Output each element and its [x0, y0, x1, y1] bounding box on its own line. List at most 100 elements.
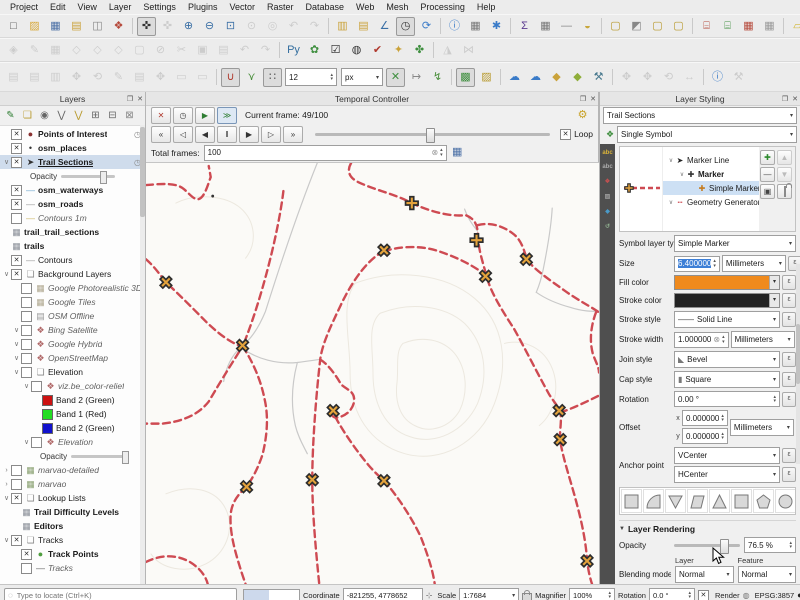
- float-panel-icon[interactable]: ❐: [780, 95, 790, 103]
- locate-input[interactable]: [15, 590, 233, 600]
- multi-edit-button[interactable]: ⌸: [718, 17, 737, 36]
- extents-icon[interactable]: ⊹: [426, 591, 433, 600]
- float-panel-icon[interactable]: ❐: [125, 95, 135, 103]
- close-panel-icon[interactable]: ✕: [135, 95, 145, 103]
- remove-symbol-layer-button[interactable]: —: [760, 167, 775, 182]
- layer-row[interactable]: —Contours 1m: [0, 211, 145, 225]
- zoom-full-button[interactable]: ⊡: [221, 17, 240, 36]
- layout-manager-button[interactable]: ◫: [88, 17, 107, 36]
- layer-row[interactable]: ✕•osm_places: [0, 141, 145, 155]
- opacity-slider-handle[interactable]: [720, 539, 729, 554]
- deselect-button[interactable]: ▢: [648, 17, 667, 36]
- add-symbol-layer-button[interactable]: ✚: [760, 150, 775, 165]
- layer-checkbox[interactable]: [21, 311, 32, 322]
- layer-row[interactable]: —Tracks: [0, 561, 145, 575]
- offset-x-spinbox[interactable]: 0.000000▴▾: [682, 410, 728, 426]
- processing-button[interactable]: ✦: [389, 41, 408, 60]
- expander-icon[interactable]: ∨: [667, 157, 675, 164]
- expander-icon[interactable]: ∨: [12, 340, 21, 348]
- layer-checkbox[interactable]: ✕: [11, 255, 22, 266]
- layer-row[interactable]: ›▦marvao: [0, 477, 145, 491]
- layer-row[interactable]: ▦Editors: [0, 519, 145, 533]
- total-frames-spinbox[interactable]: 100⊗▴▾: [204, 145, 447, 161]
- layer-checkbox[interactable]: [21, 297, 32, 308]
- symbol-tree-row[interactable]: ✚Simple Marker: [663, 181, 759, 195]
- layer-row[interactable]: ∨❖viz.be_color-relief: [0, 379, 145, 393]
- attribute-table-button[interactable]: ▦: [466, 17, 485, 36]
- snapping-unit-combo[interactable]: px▾: [341, 68, 383, 86]
- cloud-upload-button[interactable]: ☁: [526, 68, 545, 87]
- layer-row[interactable]: ✕—osm_roads: [0, 197, 145, 211]
- styling-layer-selector[interactable]: Trail Sections▾: [603, 107, 797, 124]
- check-map-button[interactable]: ▩: [456, 68, 475, 87]
- opacity-track[interactable]: [71, 455, 125, 458]
- play-forward-button[interactable]: ▶: [239, 126, 259, 143]
- shape-pentagon-tile[interactable]: [753, 489, 774, 513]
- tab-transparency[interactable]: ▨: [605, 193, 611, 200]
- stroke-width-spinbox[interactable]: 1.000000⊗▴▾: [674, 332, 729, 348]
- expander-icon[interactable]: ∨: [12, 354, 21, 362]
- temporal-fixed-range-button[interactable]: ◷: [173, 107, 193, 124]
- layer-row[interactable]: ∨❏Elevation: [0, 365, 145, 379]
- plugin-circle-button[interactable]: ◍: [347, 41, 366, 60]
- opacity-handle[interactable]: [122, 451, 129, 464]
- temporal-animated-button[interactable]: ▶: [195, 107, 215, 124]
- crs-label[interactable]: EPSG:3857: [755, 591, 795, 600]
- float-panel-icon[interactable]: ❐: [578, 95, 588, 103]
- stroke-style-dd-override-button[interactable]: ε: [782, 312, 796, 327]
- layer-checkbox[interactable]: ✕: [11, 157, 22, 168]
- layer-row[interactable]: ▦Google Photorealistic 3D Tiles: [0, 281, 145, 295]
- summary-table-button[interactable]: ▦: [536, 17, 555, 36]
- lock-scale-icon[interactable]: [522, 593, 532, 600]
- layer-row[interactable]: Band 1 (Red): [0, 407, 145, 421]
- shape-square-tile[interactable]: [621, 489, 642, 513]
- open-project-button[interactable]: ▨: [25, 17, 44, 36]
- expander-icon[interactable]: ›: [2, 481, 11, 488]
- trail-junction-marker[interactable]: [470, 234, 483, 247]
- tab-symbology[interactable]: ❖: [605, 178, 610, 185]
- styling-scrollbar[interactable]: [796, 264, 800, 464]
- tracing-button[interactable]: ∷: [263, 68, 282, 87]
- layer-row[interactable]: ✕●Track Points: [0, 547, 145, 561]
- anchor-h-dd-override-button[interactable]: ε: [782, 467, 796, 482]
- layer-row[interactable]: ▦Google Tiles: [0, 295, 145, 309]
- symbol-layer-type-combo[interactable]: Simple Marker▾: [674, 235, 796, 252]
- join-style-dd-override-button[interactable]: ε: [782, 352, 796, 367]
- render-checkbox[interactable]: ✕: [698, 590, 709, 600]
- loop-checkbox[interactable]: ✕: [560, 129, 571, 140]
- layer-checkbox[interactable]: ✕: [11, 143, 22, 154]
- filter-legend-button[interactable]: ⋁: [54, 108, 69, 123]
- menu-web[interactable]: Web: [350, 2, 380, 12]
- locate-search[interactable]: ◌: [4, 588, 237, 600]
- layer-checkbox[interactable]: ✕: [11, 185, 22, 196]
- layer-row[interactable]: ▦trail_trail_sections: [0, 225, 145, 239]
- menu-layer[interactable]: Layer: [103, 2, 138, 12]
- shape-triangle2-tile[interactable]: [709, 489, 730, 513]
- temporal-movie-button[interactable]: ≫: [217, 107, 237, 124]
- layer-row[interactable]: ∨❖Google Hybrid: [0, 337, 145, 351]
- pan-map-button[interactable]: ✜: [137, 17, 156, 36]
- fast-forward-button[interactable]: »: [283, 126, 303, 143]
- layer-checkbox[interactable]: ✕: [11, 269, 22, 280]
- plugin-bird-button[interactable]: ✿: [305, 41, 324, 60]
- menu-edit[interactable]: Edit: [44, 2, 72, 12]
- cube-3d-button[interactable]: ◆: [547, 68, 566, 87]
- info-button[interactable]: ⓘ: [708, 68, 727, 87]
- layers-scrollbar[interactable]: [140, 125, 145, 584]
- opacity-slider[interactable]: [674, 538, 740, 552]
- size-spinbox[interactable]: 6.400000▴▾: [674, 256, 720, 272]
- snapping-toggle-button[interactable]: ∪: [221, 68, 240, 87]
- temporal-off-button[interactable]: ✕: [151, 107, 171, 124]
- cube-3d-green-button[interactable]: ◆: [568, 68, 587, 87]
- symbol-tree-row[interactable]: ∨┅Geometry Generator: [663, 195, 759, 209]
- measure-button[interactable]: ∠: [375, 17, 394, 36]
- layer-checkbox[interactable]: [21, 367, 32, 378]
- field-calculator-button[interactable]: ✱: [487, 17, 506, 36]
- rotation-spinbox[interactable]: 0.00 °▴▾: [674, 391, 780, 407]
- filter-by-expression-button[interactable]: ⋁: [71, 108, 86, 123]
- expand-all-button[interactable]: ⊞: [88, 108, 103, 123]
- play-backward-button[interactable]: ◀: [195, 126, 215, 143]
- anchor-vcenter-combo[interactable]: VCenter▾: [674, 447, 780, 464]
- shape-semicircle-tile[interactable]: [643, 489, 664, 513]
- fill-color-dd-override-button[interactable]: ε: [782, 275, 796, 290]
